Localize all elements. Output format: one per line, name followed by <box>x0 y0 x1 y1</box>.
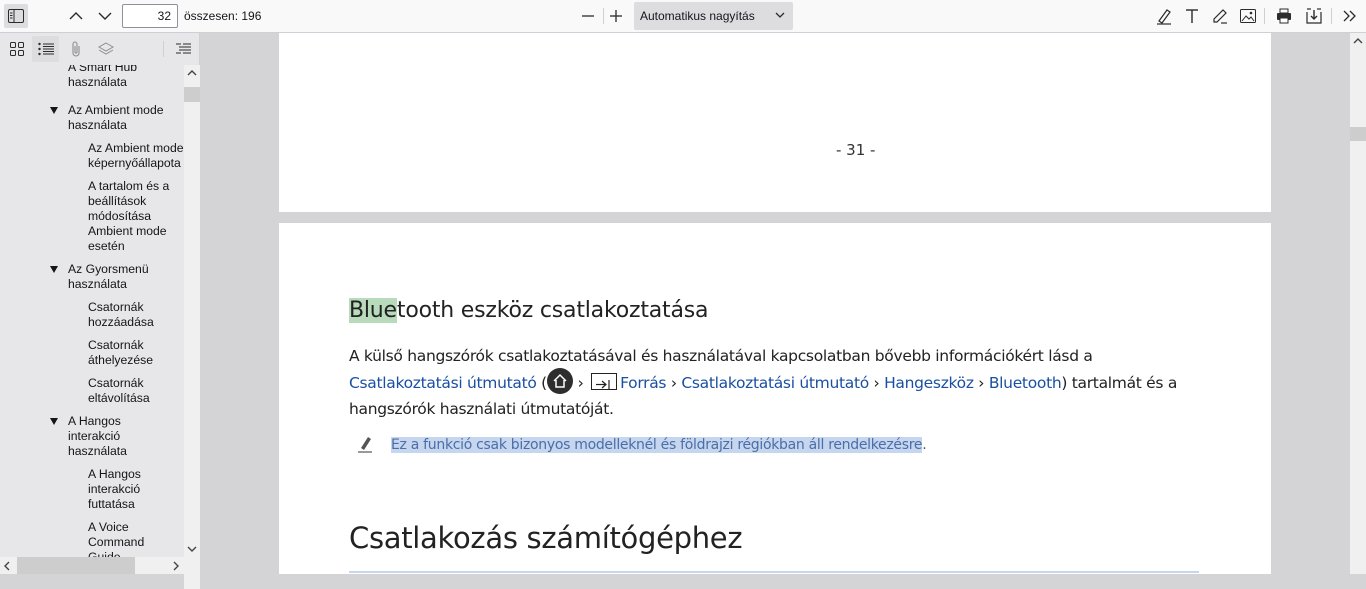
print-icon[interactable] <box>1272 4 1296 28</box>
document-viewer[interactable]: - 31 - Bluetooth eszköz csatlakoztatása … <box>200 33 1350 574</box>
layers-icon[interactable] <box>92 36 119 62</box>
note-text: Ez a funkció csak bizonyos modelleknél é… <box>391 437 927 453</box>
link-source[interactable]: Forrás <box>620 374 666 392</box>
zoom-select-label: Automatikus nagyítás <box>640 9 755 23</box>
outline-toggle-icon[interactable] <box>50 266 58 273</box>
pdf-page-31: - 31 - <box>279 33 1271 212</box>
pdf-toolbar: 32 összesen: 196 Automatikus nagyítás <box>0 0 1366 33</box>
next-page-button[interactable] <box>93 4 117 28</box>
outline-item[interactable]: A Smart Hub használata <box>68 65 137 90</box>
table-top-border <box>349 571 1199 573</box>
selected-text-highlight: Ez a funkció csak bizonyos modelleknél é… <box>391 437 923 453</box>
image-icon[interactable] <box>1236 4 1260 28</box>
paragraph-bluetooth: A külső hangszórók csatlakoztatásával és… <box>349 347 1178 418</box>
section-title-bluetooth: Bluetooth eszköz csatlakoztatása <box>349 298 709 323</box>
sidebar-horizontal-scrollbar[interactable] <box>0 557 184 574</box>
highlight-icon[interactable] <box>1152 4 1176 28</box>
page-number-input[interactable]: 32 <box>122 4 178 28</box>
outline-item[interactable]: Az Ambient mode képernyőállapota <box>88 141 184 171</box>
previous-page-button[interactable] <box>64 4 88 28</box>
thumbnails-icon[interactable] <box>3 36 30 62</box>
sidebar-hscroll-thumb[interactable] <box>17 557 135 574</box>
main-scroll-thumb[interactable] <box>1350 127 1366 141</box>
zoom-select[interactable]: Automatikus nagyítás <box>634 2 793 30</box>
tools-separator <box>1264 8 1265 24</box>
sidebar-scroll-thumb[interactable] <box>184 87 200 102</box>
sidebar-tab-separator <box>163 41 164 57</box>
link-audio-device[interactable]: Hangeszköz <box>884 374 974 392</box>
main-scroll-up-icon[interactable] <box>1353 37 1363 45</box>
outline-item[interactable]: Az Ambient mode használata <box>68 103 164 133</box>
home-icon <box>546 368 573 394</box>
scroll-right-icon[interactable] <box>172 561 180 571</box>
attachments-icon[interactable] <box>62 36 89 62</box>
outline-toggle-icon[interactable] <box>50 107 58 114</box>
link-connection-guide-2[interactable]: Csatlakoztatási útmutató <box>681 374 869 392</box>
zoom-in-icon[interactable] <box>604 4 628 28</box>
outline-tree: A Smart Hub használata Az Ambient mode ha… <box>0 65 184 589</box>
scroll-down-icon[interactable] <box>187 545 197 553</box>
outline-toggle-icon[interactable] <box>50 418 58 425</box>
source-icon <box>591 372 618 390</box>
page-number-label: - 31 - <box>836 141 876 159</box>
draw-icon[interactable] <box>1208 4 1232 28</box>
more-tools-icon[interactable] <box>1338 4 1362 28</box>
chevron-right-icon: › <box>577 373 584 392</box>
sidebar-toggle-icon[interactable] <box>4 4 28 28</box>
text-icon[interactable] <box>1180 4 1204 28</box>
sidebar-toolbar <box>0 33 200 65</box>
outline-item[interactable]: Az Gyorsmenü használata <box>68 262 149 292</box>
current-outline-icon[interactable] <box>169 36 196 62</box>
sidebar: A Smart Hub használata Az Ambient mode ha… <box>0 33 200 589</box>
outline-item[interactable]: A Hangos interakció használata <box>68 414 127 459</box>
outline-icon[interactable] <box>32 36 59 62</box>
outline-item[interactable]: A tartalom és a beállítások módosítása A… <box>88 179 169 254</box>
link-bluetooth[interactable]: Bluetooth <box>989 374 1062 392</box>
pdf-page-32: Bluetooth eszköz csatlakoztatása A külső… <box>279 223 1271 574</box>
more-separator <box>1331 8 1332 24</box>
download-icon[interactable] <box>1302 4 1326 28</box>
main-vertical-scrollbar[interactable] <box>1350 33 1366 574</box>
outline-item[interactable]: Csatornák áthelyezése <box>88 338 153 368</box>
outline-item[interactable]: Csatornák eltávolítása <box>88 376 150 406</box>
note-pencil-icon <box>358 437 372 453</box>
section-title-computer: Csatlakozás számítógéphez <box>349 521 743 555</box>
search-highlight: Blue <box>349 298 397 323</box>
link-connection-guide[interactable]: Csatlakoztatási útmutató <box>349 374 537 392</box>
zoom-out-icon[interactable] <box>576 4 600 28</box>
scroll-left-icon[interactable] <box>3 561 11 571</box>
scroll-up-icon[interactable] <box>187 69 197 77</box>
outline-item[interactable]: A Hangos interakció futtatása <box>88 467 141 512</box>
sidebar-vertical-scrollbar[interactable] <box>184 65 200 589</box>
page-total-label: összesen: 196 <box>184 9 262 23</box>
outline-item[interactable]: Csatornák hozzáadása <box>88 300 154 330</box>
